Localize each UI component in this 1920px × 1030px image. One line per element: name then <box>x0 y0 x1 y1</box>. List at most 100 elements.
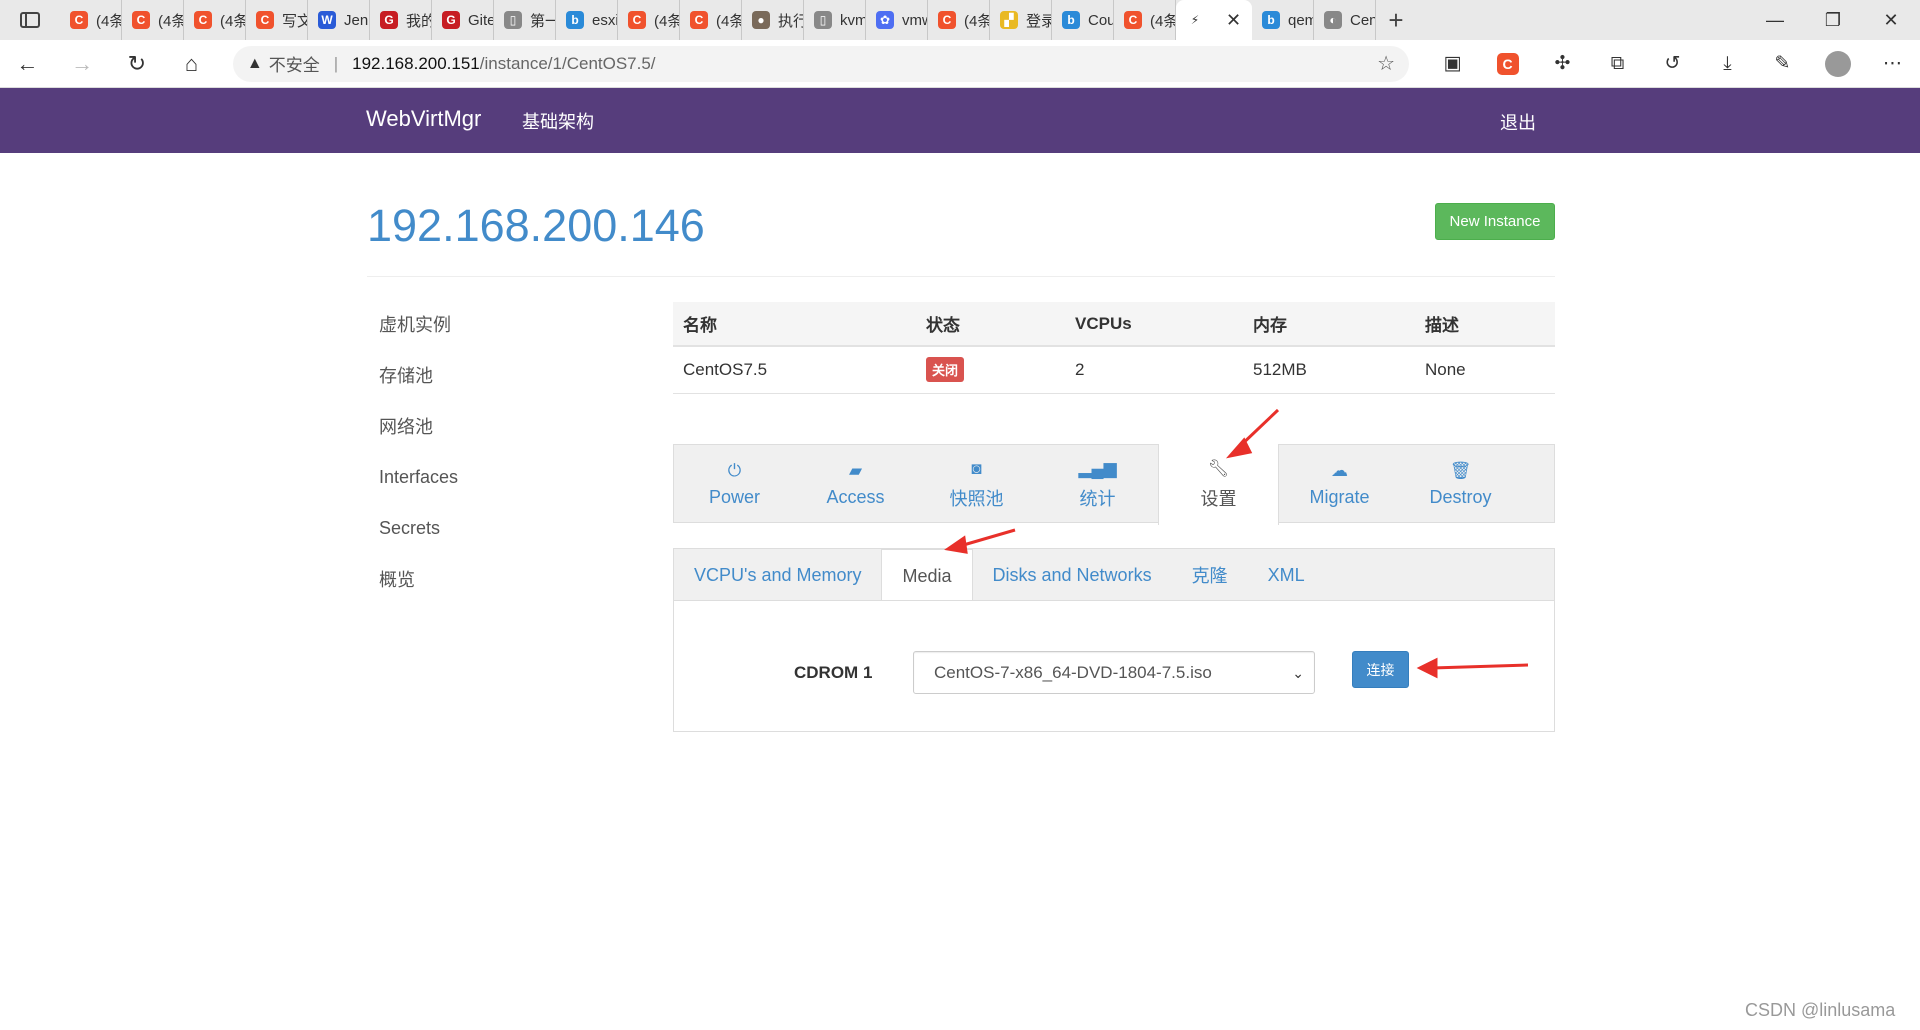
subtab-clone[interactable]: 克隆 <box>1172 549 1248 601</box>
profile-button[interactable] <box>1810 40 1865 88</box>
browser-tab[interactable]: C 写文 <box>246 0 308 40</box>
watermark: CSDN @linlusama <box>1745 1000 1896 1020</box>
browser-tab[interactable]: G Gite <box>432 0 494 40</box>
browser-tab[interactable]: C (4条 <box>928 0 990 40</box>
annotation-arrow-settings <box>1236 408 1280 450</box>
tab-stats-label: 统计 <box>1079 488 1116 509</box>
browser-tab-label: (4条 <box>96 12 122 30</box>
browser-tab-label: vmw <box>902 11 927 29</box>
sidebar-item-overview[interactable]: 概览 <box>366 557 636 601</box>
subtab-vcpu-memory[interactable]: VCPU's and Memory <box>674 549 881 601</box>
forward-button[interactable]: → <box>55 40 110 88</box>
sidebar-item-storage[interactable]: 存储池 <box>366 353 636 397</box>
subtab-disks-networks[interactable]: Disks and Networks <box>973 549 1172 601</box>
connect-button[interactable]: 连接 <box>1352 651 1409 688</box>
browser-tab[interactable]: ● 执行 <box>742 0 804 40</box>
sidebar-item-networks[interactable]: 网络池 <box>366 404 636 448</box>
feedback-icon[interactable]: ✎ <box>1755 40 1810 88</box>
collections-icon[interactable]: ⧉ <box>1590 40 1645 88</box>
tab-migrate[interactable]: ☁ Migrate <box>1279 445 1400 524</box>
browser-tab[interactable]: ▯ kvm <box>804 0 866 40</box>
csdn-icon: C <box>70 11 88 29</box>
extensions-puzzle-icon[interactable]: ✣ <box>1535 40 1590 88</box>
sidebar-item-interfaces[interactable]: Interfaces <box>366 455 636 499</box>
csdn-icon: C <box>1124 11 1142 29</box>
csdn-extension-button[interactable]: C <box>1480 40 1535 88</box>
browser-tab-bar: C(4条C(4条C(4条C写文WJenkG我的GGite▯第一besxiC(4条… <box>0 0 1920 40</box>
warning-icon[interactable]: ▲ <box>247 55 263 73</box>
tab-settings-label: 设置 <box>1200 488 1237 509</box>
browser-tab[interactable]: G 我的 <box>370 0 432 40</box>
browser-tab[interactable]: C (4条 <box>122 0 184 40</box>
more-menu-icon[interactable]: ⋯ <box>1865 40 1920 88</box>
browser-tab[interactable]: C (4条 <box>184 0 246 40</box>
address-toolbar: ← → ↻ ⌂ ▲ 不安全 | 192.168.200.151 /instanc… <box>0 40 1920 88</box>
browser-tab[interactable]: ⚡ ✕ <box>1176 0 1252 40</box>
csdn-icon: C <box>194 11 212 29</box>
media-panel: CDROM 1 CentOS-7-x86_64-DVD-1804-7.5.iso… <box>673 600 1555 732</box>
status-badge: 关闭 <box>926 357 965 383</box>
power-icon: ⏻ <box>727 461 742 480</box>
iso-select-value: CentOS-7-x86_64-DVD-1804-7.5.iso <box>934 662 1212 682</box>
browser-tab[interactable]: bqem <box>1252 0 1314 40</box>
browser-tab-label: Cou <box>1088 11 1114 29</box>
tab-access[interactable]: ▰ Access <box>795 445 916 524</box>
close-window-button[interactable]: ✕ <box>1862 0 1920 40</box>
tab-destroy[interactable]: 🗑︎ Destroy <box>1400 445 1521 524</box>
tab-snapshots-label: 快照池 <box>949 488 1004 509</box>
column-header-status: 状态 <box>916 302 1065 347</box>
tab-power[interactable]: ⏻ Power <box>674 445 795 524</box>
extension-game-icon[interactable]: ▣ <box>1425 40 1480 88</box>
baidu-icon: ✿ <box>876 11 894 29</box>
browser-tab[interactable]: C (4条 <box>618 0 680 40</box>
downloads-icon[interactable]: ⤓ <box>1700 40 1755 88</box>
subtab-xml[interactable]: XML <box>1248 549 1325 601</box>
browser-tab[interactable]: W Jenk <box>308 0 370 40</box>
browser-tab[interactable]: ▞ 登录 <box>990 0 1052 40</box>
window-controls: — ❐ ✕ <box>1746 0 1920 40</box>
instance-name: CentOS7.5 <box>673 346 916 394</box>
instance-vcpus: 2 <box>1065 346 1243 394</box>
tab-actions-icon <box>20 12 40 28</box>
browser-tab[interactable]: b Cou <box>1052 0 1114 40</box>
favorite-star-icon[interactable]: ☆ <box>1377 51 1395 76</box>
browser-tab[interactable]: C (4条 <box>1114 0 1176 40</box>
back-button[interactable]: ← <box>0 40 55 88</box>
tab-settings[interactable]: 🔧︎ 设置 <box>1158 444 1279 525</box>
brand-link[interactable]: WebVirtMgr <box>366 106 481 132</box>
restore-button[interactable]: ❐ <box>1804 0 1862 40</box>
home-button[interactable]: ⌂ <box>164 40 219 88</box>
browser-tab[interactable]: ✿ vmw <box>866 0 928 40</box>
new-instance-button[interactable]: New Instance <box>1435 203 1555 240</box>
tab-stats[interactable]: ▂▄▆ 统计 <box>1037 445 1158 524</box>
briefcase-icon: ▰ <box>848 461 863 480</box>
browser-tab[interactable]: ◐ Cen <box>1314 0 1376 40</box>
sidebar-item-secrets[interactable]: Secrets <box>366 506 636 550</box>
close-tab-icon[interactable]: ✕ <box>1226 10 1241 31</box>
minimize-button[interactable]: — <box>1746 0 1804 40</box>
bing-icon: b <box>1062 11 1080 29</box>
logout-link[interactable]: 退出 <box>1500 109 1536 135</box>
nav-infrastructure-link[interactable]: 基础架构 <box>522 108 594 134</box>
address-bar[interactable]: ▲ 不安全 | 192.168.200.151 /instance/1/Cent… <box>232 45 1409 82</box>
sidebar-item-instances[interactable]: 虚机实例 <box>366 302 636 346</box>
tab-snapshots[interactable]: ◙ 快照池 <box>916 445 1037 524</box>
reload-button[interactable]: ↻ <box>109 40 164 88</box>
url-host: 192.168.200.151 <box>352 53 480 73</box>
tab-access-label: Access <box>826 487 885 507</box>
chevron-down-icon: ⌄ <box>1292 665 1304 681</box>
browser-tab[interactable]: C (4条 <box>680 0 742 40</box>
subtab-media[interactable]: Media <box>881 549 973 602</box>
tab-actions-button[interactable] <box>0 0 60 40</box>
url-separator: | <box>333 53 339 73</box>
browser-tab-label: 我的 <box>406 12 431 30</box>
new-tab-button[interactable]: + <box>1376 0 1416 40</box>
iso-select[interactable]: CentOS-7-x86_64-DVD-1804-7.5.iso ⌄ <box>913 651 1315 694</box>
bing-icon: b <box>566 11 584 29</box>
history-icon[interactable]: ↺ <box>1645 40 1700 88</box>
browser-tab-label: 登录 <box>1026 12 1051 30</box>
insecure-label[interactable]: 不安全 <box>269 51 320 76</box>
browser-tab[interactable]: C (4条 <box>60 0 122 40</box>
browser-tab[interactable]: b esxi <box>556 0 618 40</box>
browser-tab[interactable]: ▯ 第一 <box>494 0 556 40</box>
